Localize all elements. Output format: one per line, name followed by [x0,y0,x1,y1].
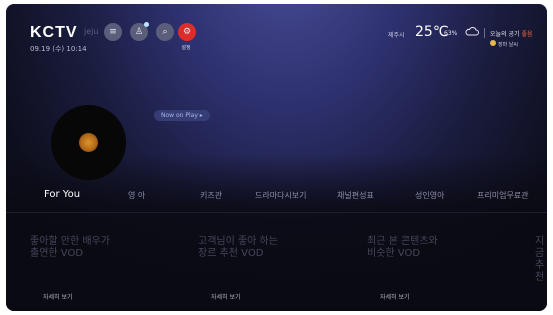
air-quality-subtext: 장마 날씨 [498,42,518,48]
vod-card-1-title[interactable]: 좋아할 만한 배우가 출연한 VOD [30,236,110,260]
search-icon: ⌕ [162,27,168,37]
tab-kids[interactable]: 키즈관 [200,190,222,201]
settings-button[interactable]: ⚙ [178,23,196,41]
now-on-play-badge[interactable]: Now on Play ▸ [154,110,210,121]
air-quality-icon [490,40,496,46]
vod-card-1-more[interactable]: 자세히 보기 [43,292,73,301]
tab-drama-replay[interactable]: 드라마다시보기 [255,190,307,201]
card-title-line: 지금 [535,236,545,259]
card-title-line: 좋아할 만한 배우가 [30,236,110,247]
weather-region: 제주시 [388,32,405,39]
tab-premium-free[interactable]: 프리미엄무료관 [477,190,529,201]
profile-button[interactable]: ♙ [130,22,149,41]
tabs-divider [6,212,547,213]
kctv-logo[interactable]: KCTV [30,24,78,42]
vod-card-3-more[interactable]: 자세히 보기 [380,292,410,301]
current-datetime: 09.19 (수) 10:14 [30,45,87,53]
tab-movie[interactable]: 영 아 [128,190,145,201]
menu-icon: ≡ [109,27,117,37]
disc-label [79,133,98,152]
category-tabs: For You 영 아 키즈관 드라마다시보기 채널편성표 성인영아 프리미엄무… [6,189,547,206]
vod-card-4-title[interactable]: 지금 추천 [535,236,547,284]
tab-for-you[interactable]: For You [44,189,80,200]
weather-divider [484,28,485,38]
vod-card-2-title[interactable]: 고객님이 좋아 하는 장르 추천 VOD [198,236,278,260]
air-quality-label: 오늘의 공기 [490,31,520,38]
settings-icon: ⚙ [182,27,192,37]
weather-humidity: 63% [444,30,458,37]
profile-icon: ♙ [134,27,144,37]
tv-screen: KCTV jeju 09.19 (수) 10:14 ≡ ♙ ⌕ ⚙ 설정 제주시… [6,4,547,311]
card-title-line: 최근 본 콘텐츠와 [367,236,438,247]
logo-subtext: jeju [84,27,99,36]
card-title-line: 추천 [535,260,545,283]
notification-dot [144,22,149,27]
card-title-line: 고객님이 좋아 하는 [198,236,278,247]
menu-button[interactable]: ≡ [104,23,122,41]
card-title-line: 출연한 VOD [30,248,84,259]
tab-adult-movie[interactable]: 성인영아 [415,190,444,201]
tab-channel-guide[interactable]: 채널편성표 [337,190,374,201]
hero-disc-image[interactable] [51,105,126,180]
search-button[interactable]: ⌕ [156,23,174,41]
card-title-line: 비슷한 VOD [367,248,421,259]
cloud-icon [465,27,479,36]
vod-card-2-more[interactable]: 자세히 보기 [211,292,241,301]
air-quality-value: 좋음 [521,31,533,38]
vod-card-3-title[interactable]: 최근 본 콘텐츠와 비슷한 VOD [367,236,438,260]
card-title-line: 장르 추천 VOD [198,248,264,259]
air-quality: 오늘의 공기 좋음 [490,29,532,38]
settings-label: 설정 [181,45,191,51]
